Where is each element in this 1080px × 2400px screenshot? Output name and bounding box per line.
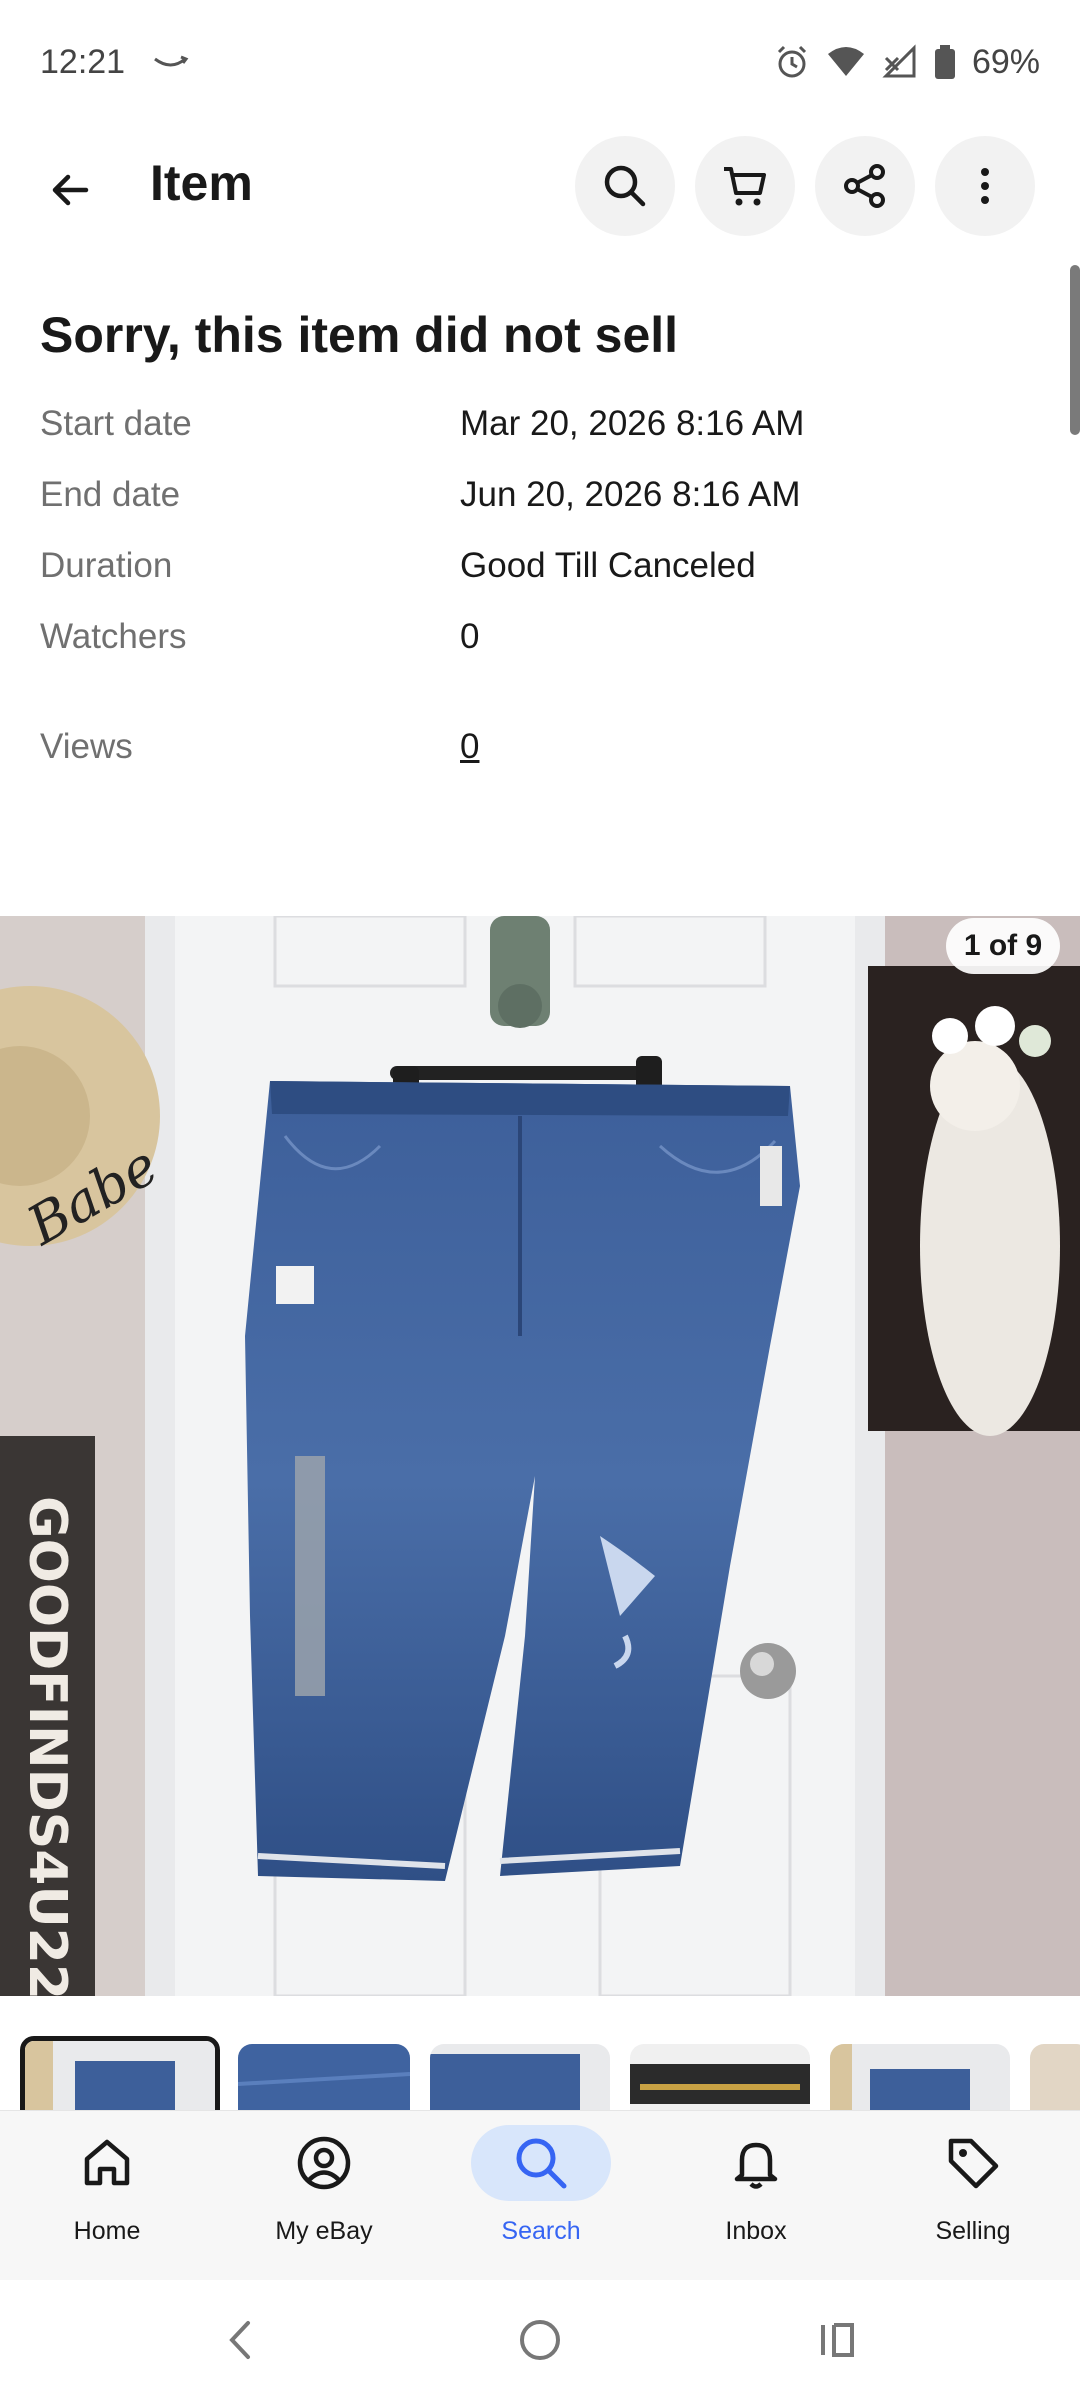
svg-text:GOODFINDS4U22: GOODFINDS4U22 [17, 1496, 77, 1996]
search-icon [604, 165, 646, 207]
system-home-button[interactable] [500, 2310, 580, 2370]
detail-row-watchers: Watchers 0 [40, 617, 1040, 688]
views-link[interactable]: 0 [460, 727, 479, 767]
recents-icon [821, 2323, 854, 2357]
thumbnail-item-1[interactable] [20, 2036, 220, 2110]
image-counter-badge: 1 of 9 [946, 918, 1060, 974]
system-navigation-bar [0, 2280, 1080, 2400]
detail-value: 0 [460, 617, 480, 656]
back-button[interactable] [30, 150, 110, 230]
app-header: Item [0, 124, 1080, 248]
more-options-button[interactable] [935, 136, 1035, 236]
clock-text: 12:21 [40, 42, 126, 81]
nav-home[interactable]: Home [7, 2111, 207, 2281]
share-button[interactable] [815, 136, 915, 236]
thumbnail-item-5[interactable] [830, 2044, 1010, 2110]
thumbnail-item-2[interactable] [238, 2044, 410, 2110]
page-title: Item [150, 155, 253, 211]
detail-row-end-date: End date Jun 20, 2026 8:16 AM [40, 475, 1040, 546]
detail-label: End date [40, 475, 181, 514]
cart-button[interactable] [695, 136, 795, 236]
nav-label: Selling [935, 2217, 1011, 2245]
thumbnail-item-3[interactable] [430, 2044, 610, 2110]
nav-inbox[interactable]: Inbox [656, 2111, 856, 2281]
listing-details: Start date Mar 20, 2026 8:16 AM End date… [40, 404, 1040, 798]
thumbnail-strip[interactable] [0, 1996, 1080, 2110]
detail-label: Duration [40, 546, 173, 585]
thumbnail-item-4[interactable] [630, 2044, 810, 2110]
bottom-navigation: Home My eBay Search Inbox Selling [0, 2110, 1080, 2280]
alarm-icon [774, 44, 810, 80]
unsold-status-title: Sorry, this item did not sell [40, 307, 679, 363]
scrollbar[interactable] [1070, 265, 1080, 435]
share-icon [844, 164, 885, 208]
home-circle-icon [520, 2320, 560, 2360]
jeans-photo-illustration: Babe GOODFINDS4U22 [0, 916, 1080, 1996]
signal-icon [882, 44, 918, 80]
user-circle-icon [254, 2125, 394, 2201]
nav-label: Inbox [725, 2217, 787, 2245]
nav-selling[interactable]: Selling [873, 2111, 1073, 2281]
search-icon [471, 2125, 611, 2201]
detail-value: Good Till Canceled [460, 546, 756, 585]
cart-icon [724, 167, 766, 206]
more-vertical-icon [981, 168, 989, 204]
chevron-left-icon [229, 2321, 250, 2359]
nav-label: Home [73, 2217, 141, 2245]
search-button[interactable] [575, 136, 675, 236]
detail-row-duration: Duration Good Till Canceled [40, 546, 1040, 617]
system-recents-button[interactable] [798, 2310, 878, 2370]
nav-label: My eBay [275, 2217, 373, 2245]
item-photo[interactable]: Babe GOODFINDS4U22 [0, 916, 1080, 1996]
nav-my-ebay[interactable]: My eBay [224, 2111, 424, 2281]
detail-label: Watchers [40, 617, 187, 656]
nav-label: Search [501, 2217, 581, 2245]
detail-row-views: Views 0 [40, 727, 1040, 798]
tag-icon [903, 2125, 1043, 2201]
nav-search[interactable]: Search [441, 2111, 641, 2281]
battery-text: 69% [971, 42, 1040, 81]
detail-value: Mar 20, 2026 8:16 AM [460, 404, 805, 443]
status-bar: 12:21 69% [0, 0, 1080, 124]
detail-value: Jun 20, 2026 8:16 AM [460, 475, 801, 514]
detail-row-start-date: Start date Mar 20, 2026 8:16 AM [40, 404, 1040, 475]
amazon-smile-icon [151, 43, 191, 82]
detail-label: Views [40, 727, 133, 766]
thumbnail-item-6[interactable] [1030, 2044, 1080, 2110]
home-icon [37, 2125, 177, 2201]
system-back-button[interactable] [200, 2310, 280, 2370]
wifi-icon [826, 44, 866, 80]
battery-icon [934, 44, 956, 80]
bell-icon [686, 2125, 826, 2201]
detail-label: Start date [40, 404, 192, 443]
arrow-left-icon [52, 174, 89, 206]
